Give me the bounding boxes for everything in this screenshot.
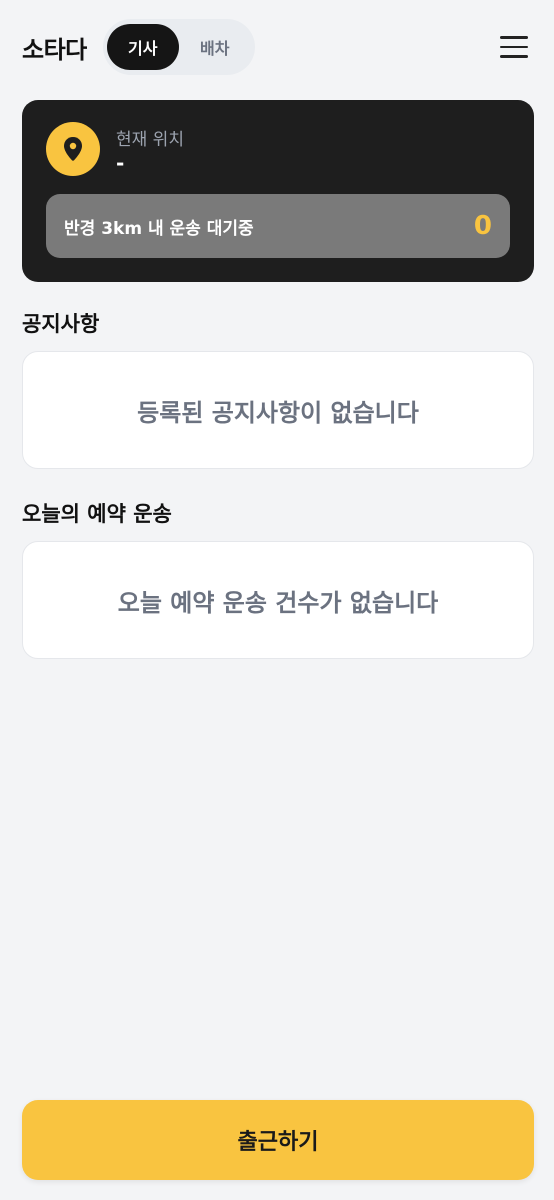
reservations-empty-card: 오늘 예약 운송 건수가 없습니다 [22, 541, 534, 659]
location-row: 현재 위치 - [46, 122, 510, 176]
role-dispatch-tab[interactable]: 배차 [179, 24, 251, 70]
location-value: - [116, 150, 125, 175]
nearby-waiting-bar[interactable]: 반경 3km 내 운송 대기중 0 [46, 194, 510, 258]
nearby-waiting-label: 반경 3km 내 운송 대기중 [64, 218, 254, 239]
role-toggle: 기사 배차 [102, 19, 255, 75]
driver-home-screen: 소타다 기사 배차 현재 위치 - 반경 3km 내 운송 대기중 0 공지사항… [0, 0, 554, 1200]
menu-line [500, 45, 528, 49]
app-title: 소타다 [22, 35, 87, 64]
header-left: 소타다 기사 배차 [22, 19, 255, 75]
location-label: 현재 위치 [116, 129, 184, 150]
role-driver-tab[interactable]: 기사 [106, 24, 179, 70]
hamburger-menu-icon[interactable] [496, 29, 532, 65]
menu-line [500, 55, 528, 58]
nearby-waiting-count: 0 [473, 211, 492, 241]
map-pin-icon [46, 122, 100, 176]
reservations-title: 오늘의 예약 운송 [22, 502, 172, 526]
header: 소타다 기사 배차 [22, 18, 532, 76]
location-text: 현재 위치 - [116, 125, 184, 174]
current-location-card: 현재 위치 - 반경 3km 내 운송 대기중 0 [22, 100, 534, 282]
notices-title: 공지사항 [22, 312, 100, 336]
notices-empty-card: 등록된 공지사항이 없습니다 [22, 351, 534, 469]
menu-line [500, 36, 528, 39]
map-pin-svg [64, 137, 82, 161]
clock-in-button[interactable]: 출근하기 [22, 1100, 534, 1180]
